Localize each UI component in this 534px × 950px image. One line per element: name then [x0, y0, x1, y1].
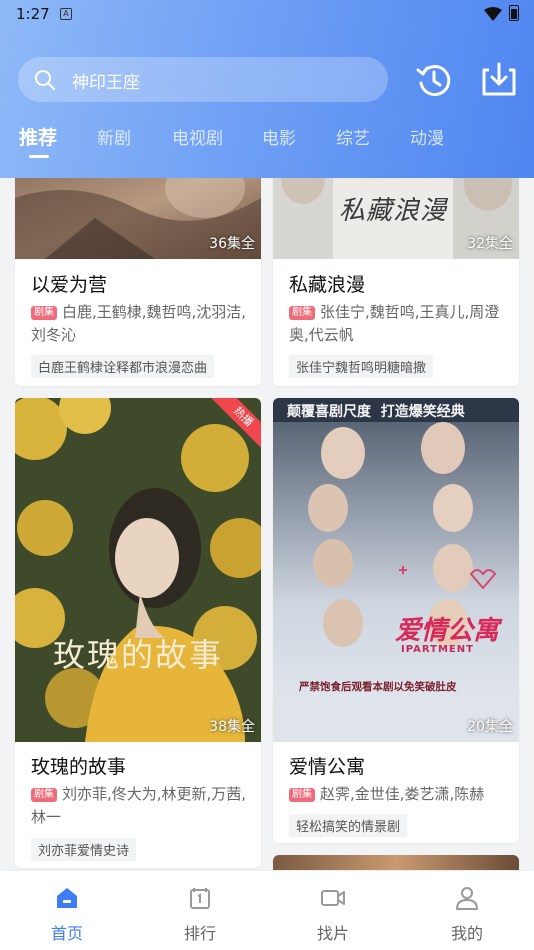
drama-badge: 剧集	[31, 306, 57, 320]
cast-text: 白鹿,王鹤棣,魏哲鸣,沈羽洁,刘冬沁	[31, 303, 247, 344]
poster-image[interactable]: 颠覆喜剧尺度 打造爆笑经典 爱情公寓 IPARTMENT 严禁饱食后观看本剧以免…	[273, 398, 519, 742]
ranking-icon	[190, 888, 210, 909]
description-tag: 白鹿王鹤棣诠释都市浪漫恋曲	[31, 355, 215, 378]
episode-count: 36集全	[209, 236, 255, 252]
nav-find[interactable]: 找片	[293, 871, 373, 950]
poster-slogan: 严禁饱食后观看本剧以免笑破肚皮	[299, 681, 457, 693]
header: 1:27 A 神印王座 推荐 新剧 电视剧 电影 综艺 动漫	[0, 0, 534, 178]
video-icon	[321, 890, 345, 906]
poster-title: 玫瑰的故事	[53, 636, 224, 674]
tab-tv-series[interactable]: 电视剧	[172, 124, 223, 149]
search-icon	[35, 70, 55, 90]
drama-card[interactable]: 私藏浪漫 32集全 私藏浪漫 剧集 张佳宁,魏哲鸣,王真儿,周澄奥,代云帆 张佳宁…	[273, 178, 519, 386]
tab-movies[interactable]: 电影	[262, 124, 296, 149]
episode-count: 38集全	[209, 719, 255, 735]
tab-recommend[interactable]: 推荐	[19, 123, 57, 150]
tab-variety[interactable]: 综艺	[336, 124, 370, 149]
card-title[interactable]: 以爱为营	[31, 270, 107, 297]
cast-list: 剧集 白鹿,王鹤棣,魏哲鸣,沈羽洁,刘冬沁	[31, 301, 251, 347]
poster-image[interactable]	[273, 855, 519, 870]
poster-image[interactable]: 私藏浪漫 32集全	[273, 178, 519, 259]
nav-ranking[interactable]: 排行	[160, 871, 240, 950]
cast-text: 张佳宁,魏哲鸣,王真儿,周澄奥,代云帆	[289, 303, 500, 344]
cast-text: 赵霁,金世佳,娄艺潇,陈赫	[320, 785, 485, 803]
description-tag: 轻松搞笑的情景剧	[289, 814, 408, 837]
wifi-icon	[484, 7, 502, 21]
tab-indicator	[29, 155, 49, 158]
battery-icon	[509, 5, 519, 21]
nav-label: 首页	[50, 924, 83, 943]
nav-label: 排行	[183, 924, 216, 943]
card-title[interactable]: 玫瑰的故事	[31, 752, 126, 779]
poster-tagline: 颠覆喜剧尺度 打造爆笑经典	[287, 404, 465, 420]
drama-card[interactable]: 颠覆喜剧尺度 打造爆笑经典 爱情公寓 IPARTMENT 严禁饱食后观看本剧以免…	[273, 398, 519, 843]
nav-label: 找片	[316, 924, 349, 943]
card-title[interactable]: 爱情公寓	[289, 752, 365, 779]
home-icon	[57, 888, 77, 908]
cast-list: 剧集 赵霁,金世佳,娄艺潇,陈赫	[289, 783, 509, 806]
poster-image[interactable]: 36集全	[15, 178, 261, 259]
bottom-nav: 首页 排行 找片 我的	[0, 870, 534, 950]
episode-count: 20集全	[467, 719, 513, 735]
notification-icon: A	[60, 8, 72, 20]
tab-anime[interactable]: 动漫	[410, 124, 444, 149]
drama-badge: 剧集	[289, 306, 315, 320]
category-tabs: 推荐 新剧 电视剧 电影 综艺 动漫	[0, 124, 534, 164]
card-title[interactable]: 私藏浪漫	[289, 270, 365, 297]
description-tag: 张佳宁魏哲鸣明糖暗撒	[289, 355, 434, 378]
cast-text: 刘亦菲,佟大为,林更新,万茜,林一	[31, 785, 247, 826]
episode-count: 32集全	[467, 236, 513, 252]
cast-list: 剧集 张佳宁,魏哲鸣,王真儿,周澄奥,代云帆	[289, 301, 509, 347]
drama-badge: 剧集	[289, 788, 315, 802]
history-icon[interactable]	[415, 61, 453, 99]
status-time: 1:27	[16, 5, 50, 23]
poster-title: 爱情公寓	[395, 616, 500, 646]
profile-icon	[456, 887, 478, 910]
nav-profile[interactable]: 我的	[427, 871, 507, 950]
cast-list: 剧集 刘亦菲,佟大为,林更新,万茜,林一	[31, 783, 251, 829]
drama-card[interactable]: 玫瑰的故事 38集全 热播 玫瑰的故事 剧集 刘亦菲,佟大为,林更新,万茜,林一 …	[15, 398, 261, 868]
tab-new-drama[interactable]: 新剧	[97, 124, 131, 149]
poster-title: 私藏浪漫	[339, 196, 448, 226]
status-bar: 1:27 A	[0, 0, 534, 30]
nav-label: 我的	[450, 924, 483, 943]
search-input[interactable]: 神印王座	[72, 68, 140, 93]
download-icon[interactable]	[481, 61, 517, 97]
drama-badge: 剧集	[31, 788, 57, 802]
drama-card[interactable]	[273, 855, 519, 870]
poster-image[interactable]: 玫瑰的故事 38集全 热播	[15, 398, 261, 742]
drama-card[interactable]: 36集全 以爱为营 剧集 白鹿,王鹤棣,魏哲鸣,沈羽洁,刘冬沁 白鹿王鹤棣诠释都市…	[15, 178, 261, 386]
nav-home[interactable]: 首页	[27, 871, 107, 950]
description-tag: 刘亦菲爱情史诗	[31, 838, 137, 861]
content-feed[interactable]: 36集全 以爱为营 剧集 白鹿,王鹤棣,魏哲鸣,沈羽洁,刘冬沁 白鹿王鹤棣诠释都市…	[0, 178, 534, 870]
search-bar[interactable]: 神印王座	[18, 57, 388, 102]
poster-subtitle: IPARTMENT	[401, 644, 474, 655]
